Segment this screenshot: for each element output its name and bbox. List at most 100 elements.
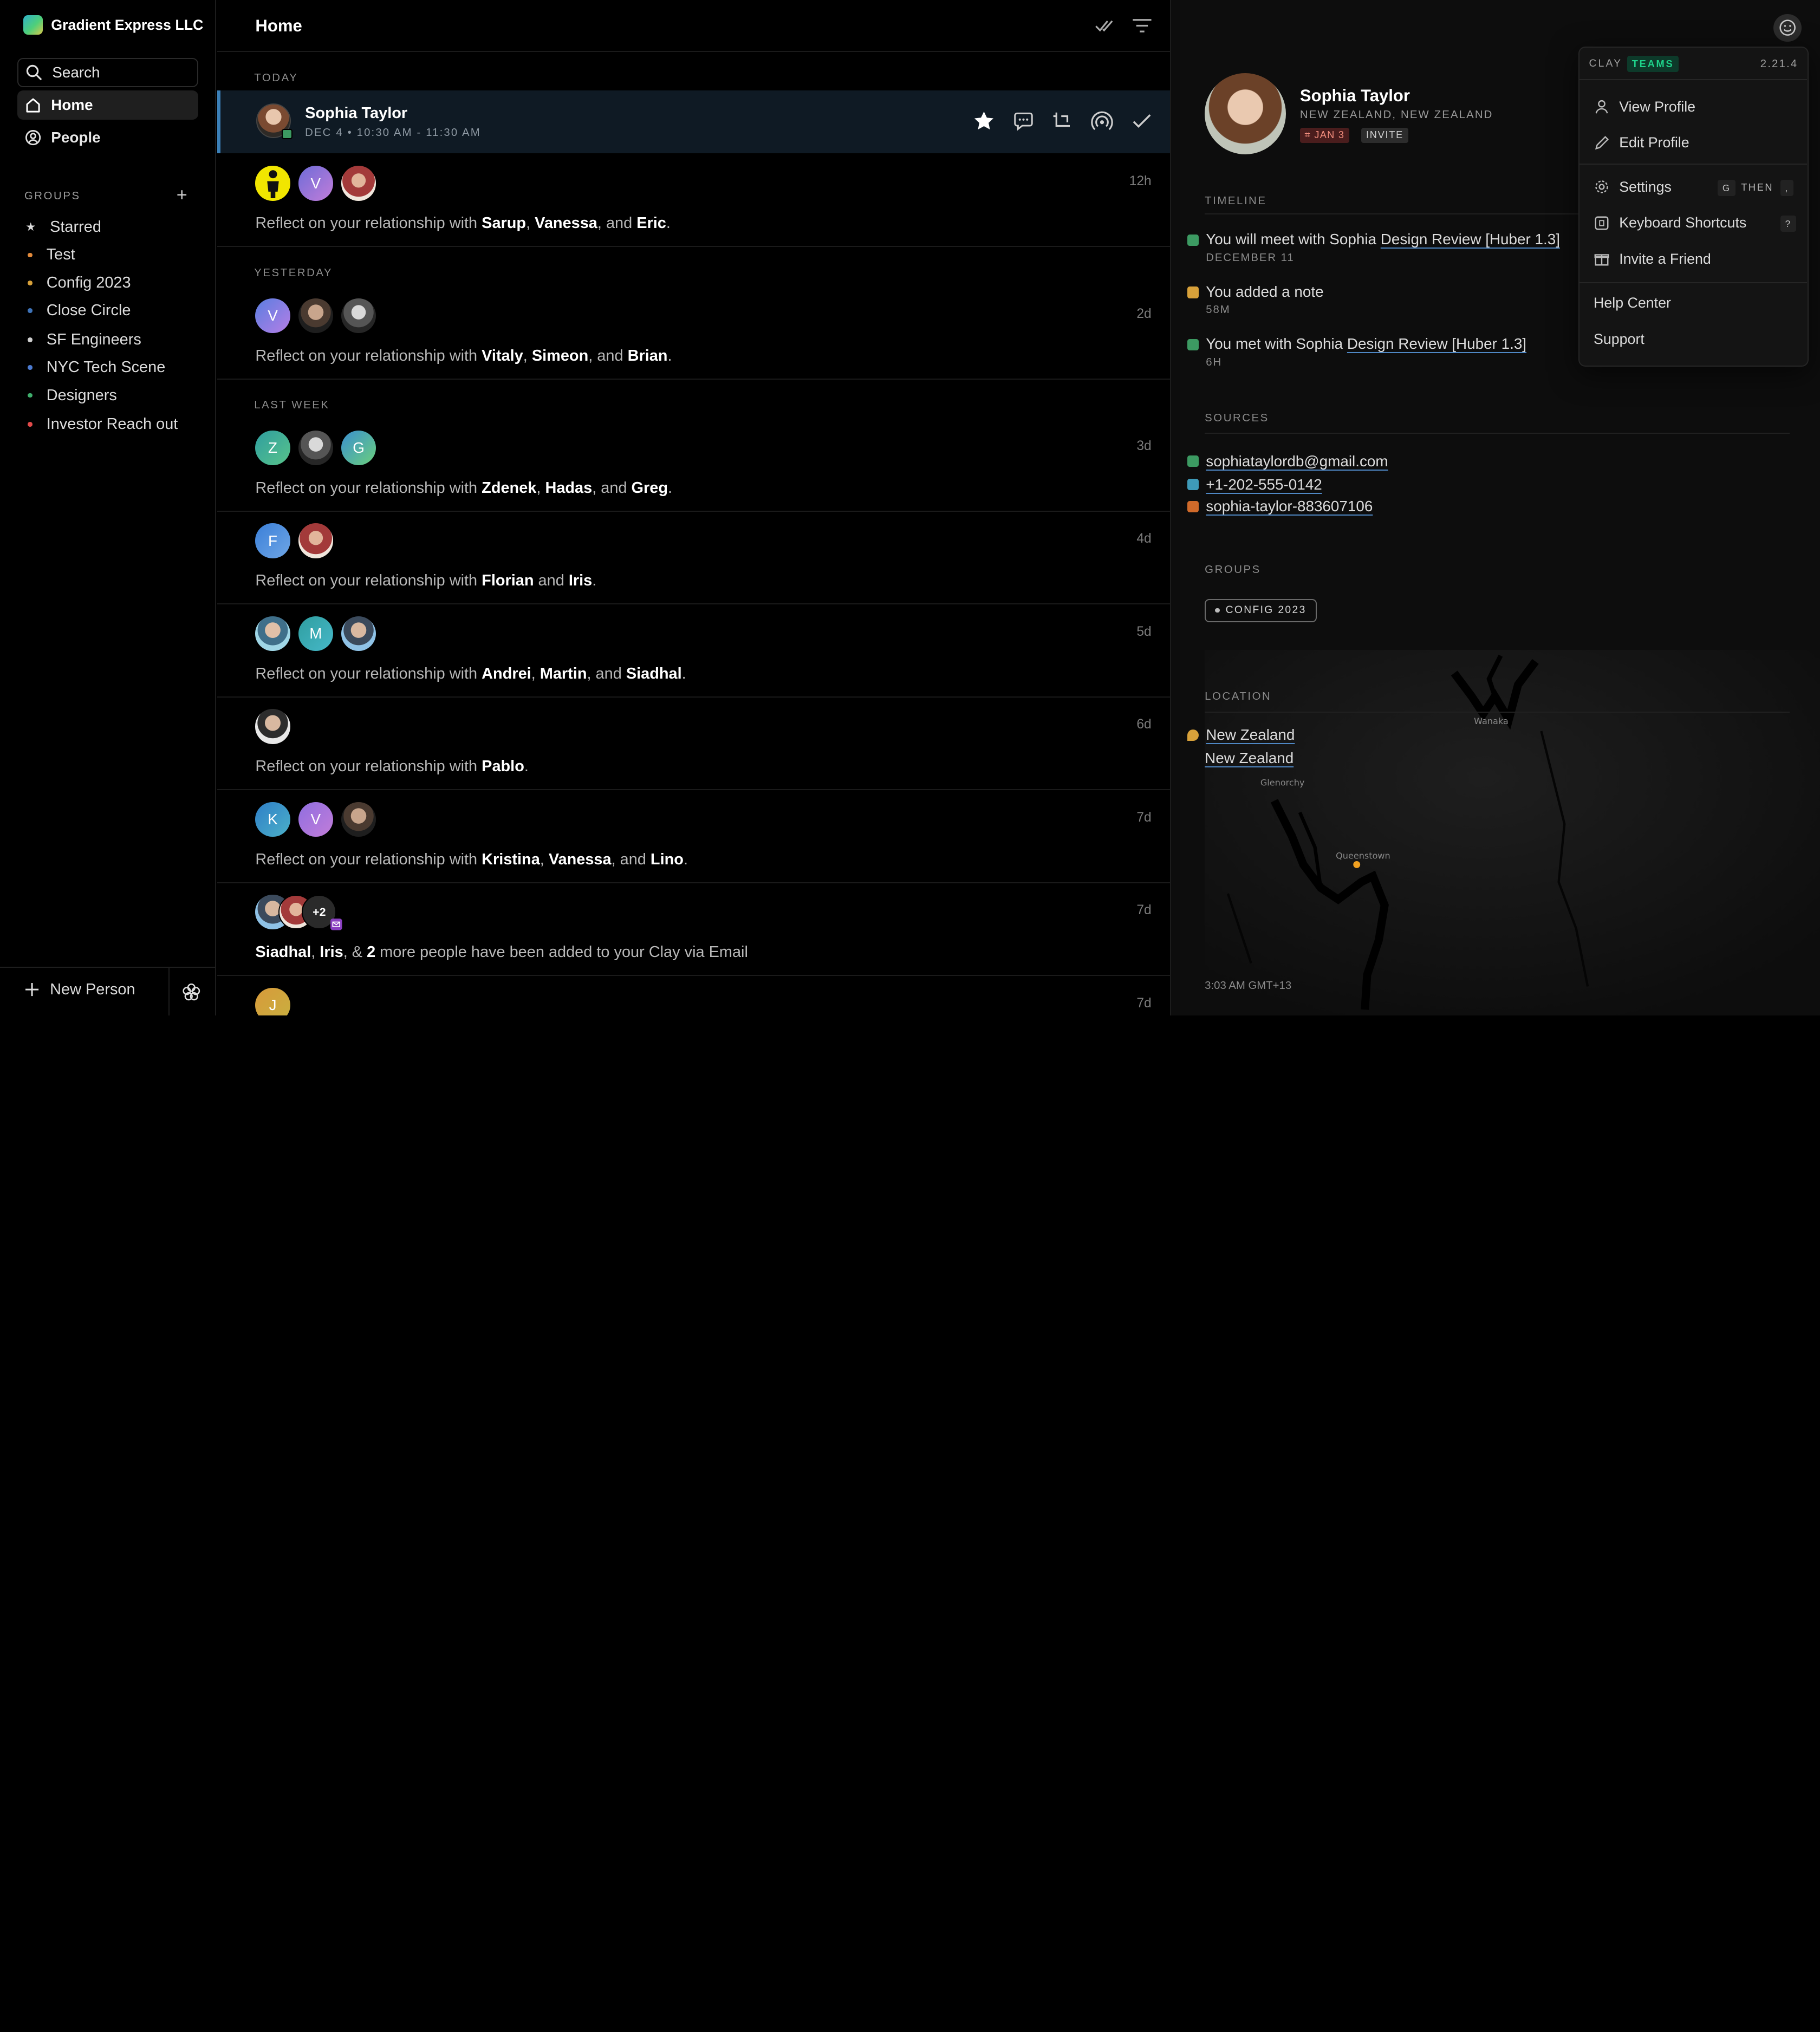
- new-person-label: New Person: [50, 980, 135, 998]
- feed-row[interactable]: K V 7d Reflect on your relationship with…: [217, 790, 1171, 883]
- feed-row[interactable]: 6d Reflect on your relationship with Pab…: [217, 698, 1171, 791]
- home-icon: [26, 98, 40, 113]
- workspace-name: Gradient Express LLC: [51, 16, 204, 33]
- comment-icon[interactable]: [1011, 109, 1036, 133]
- feed-row[interactable]: J 7d: [217, 976, 1170, 1016]
- row-text: Reflect on your relationship with Kristi…: [255, 850, 688, 868]
- row-timestamp: 4d: [1136, 531, 1152, 546]
- menu-divider: [1580, 163, 1808, 165]
- snooze-icon[interactable]: [1050, 109, 1075, 133]
- location-line: New Zealand: [1205, 750, 1294, 767]
- menu-item-support[interactable]: Support: [1594, 331, 1644, 348]
- filter-icon[interactable]: [1130, 14, 1154, 37]
- group-dot-icon: [28, 280, 32, 285]
- row-timestamp: 12h: [1129, 174, 1152, 189]
- row-text: Reflect on your relationship with Zdenek…: [255, 479, 673, 497]
- broadcast-icon[interactable]: [1090, 109, 1114, 133]
- source-phone: +1-202-555-0142: [1187, 476, 1322, 493]
- timeline-event-link[interactable]: Design Review [Huber 1.3]: [1381, 231, 1560, 248]
- shortcut-key: ?: [1780, 216, 1796, 232]
- group-label: Config 2023: [46, 273, 131, 291]
- row-timestamp: 3d: [1136, 439, 1152, 453]
- avatar: J: [255, 987, 290, 1016]
- menu-item-help-center[interactable]: Help Center: [1594, 295, 1671, 311]
- sidebar-group-nyc-tech-scene[interactable]: NYC Tech Scene: [25, 359, 165, 376]
- feed-row[interactable]: M 5d Reflect on your relationship with A…: [217, 604, 1171, 698]
- star-icon: ★: [25, 220, 36, 233]
- group-label: SF Engineers: [46, 330, 141, 348]
- footer-divider: [168, 968, 170, 1016]
- groups-heading: GROUPS: [24, 190, 81, 203]
- smiley-icon: [1779, 19, 1796, 36]
- phone-link[interactable]: +1-202-555-0142: [1206, 476, 1322, 493]
- location-pin-icon: [1187, 729, 1199, 741]
- group-dot-icon: [28, 365, 32, 370]
- sidebar-group-starred[interactable]: ★ Starred: [25, 218, 101, 236]
- plan-badge: TEAMS: [1627, 55, 1679, 72]
- location-city-link[interactable]: New Zealand: [1206, 726, 1295, 744]
- search-button[interactable]: Search: [17, 58, 199, 87]
- sidebar-group-config-2023[interactable]: Config 2023: [25, 274, 131, 292]
- feed-row[interactable]: V 2d Reflect on your relationship with V…: [217, 286, 1171, 380]
- menu-item-invite-friend[interactable]: Invite a Friend: [1594, 251, 1711, 268]
- gear-icon: [1595, 180, 1608, 194]
- new-person-button[interactable]: New Person: [23, 981, 135, 999]
- sidebar-item-home[interactable]: Home: [17, 90, 199, 120]
- feed-row[interactable]: Z G 3d Reflect on your relationship with…: [217, 419, 1171, 512]
- profile-photo[interactable]: [1205, 73, 1286, 154]
- sidebar-group-sf-engineers[interactable]: SF Engineers: [25, 331, 141, 349]
- avatar: M: [298, 616, 333, 652]
- phone-icon: [1187, 478, 1199, 491]
- star-icon[interactable]: [972, 109, 996, 133]
- check-icon[interactable]: [1129, 109, 1154, 133]
- location-line: New Zealand: [1187, 726, 1295, 744]
- linkedin-link[interactable]: sophia-taylor-883607106: [1206, 498, 1373, 515]
- flower-icon[interactable]: [181, 982, 202, 1003]
- mark-all-done-icon[interactable]: [1094, 14, 1117, 37]
- feed-row[interactable]: V 12h Reflect on your relationship with …: [217, 154, 1171, 248]
- avatar-group: J: [255, 987, 290, 1016]
- sidebar-item-people[interactable]: People: [17, 123, 198, 152]
- email-link[interactable]: sophiataylordb@gmail.com: [1206, 453, 1388, 470]
- feed-row[interactable]: +2 7d Siadhal, Iris, & 2 more people hav…: [217, 883, 1171, 976]
- timeline-item: You met with Sophia Design Review [Huber…: [1187, 335, 1526, 368]
- group-dot-icon: [28, 252, 32, 258]
- location-map[interactable]: Wanaka Glenorchy Queenstown: [1205, 650, 1820, 1016]
- avatar: Z: [255, 431, 290, 466]
- invite-tag[interactable]: INVITE: [1361, 127, 1408, 143]
- timeline-event-link[interactable]: Design Review [Huber 1.3]: [1347, 335, 1526, 352]
- menu-item-keyboard-shortcuts[interactable]: Keyboard Shortcuts: [1594, 214, 1746, 231]
- sidebar-group-test[interactable]: Test: [25, 246, 75, 264]
- add-group-button[interactable]: +: [177, 186, 187, 204]
- account-menu-button[interactable]: [1773, 14, 1802, 42]
- sidebar-group-close-circle[interactable]: Close Circle: [25, 302, 131, 320]
- menu-divider: [1580, 282, 1808, 283]
- map-label-queenstown: Queenstown: [1336, 851, 1390, 861]
- workspace-switcher[interactable]: Gradient Express LLC: [23, 15, 204, 35]
- menu-item-settings[interactable]: Settings: [1594, 179, 1672, 196]
- sidebar-group-designers[interactable]: Designers: [25, 387, 117, 405]
- app-version: 2.21.4: [1760, 57, 1798, 70]
- timeline-date: 58M: [1206, 304, 1231, 316]
- event-row-selected[interactable]: Sophia Taylor DEC 4 • 10:30 AM - 11:30 A…: [217, 90, 1171, 153]
- local-time: 3:03 AM GMT+13: [1205, 979, 1292, 992]
- email-icon: [1187, 455, 1199, 467]
- location-country-link[interactable]: New Zealand: [1205, 750, 1294, 766]
- menu-item-edit-profile[interactable]: Edit Profile: [1594, 134, 1689, 151]
- feed-header: Home: [217, 0, 1171, 53]
- avatar: V: [255, 298, 290, 333]
- avatar: [255, 616, 290, 652]
- feed-row[interactable]: F 4d Reflect on your relationship with F…: [217, 512, 1171, 605]
- menu-item-view-profile[interactable]: View Profile: [1594, 99, 1695, 115]
- avatar: K: [255, 802, 290, 837]
- event-actions: [972, 109, 1154, 133]
- sidebar-group-investor-reach-out[interactable]: Investor Reach out: [25, 415, 178, 433]
- linkedin-icon: [1187, 500, 1199, 512]
- event-person-name: Sophia Taylor: [305, 104, 408, 122]
- sidebar-item-label: People: [51, 128, 101, 146]
- timeline-heading: TIMELINE: [1205, 195, 1267, 207]
- map-label-wanaka: Wanaka: [1474, 716, 1509, 726]
- group-chip[interactable]: CONFIG 2023: [1205, 598, 1317, 622]
- location-heading: LOCATION: [1205, 691, 1272, 703]
- workspace-logo-icon: [23, 15, 43, 35]
